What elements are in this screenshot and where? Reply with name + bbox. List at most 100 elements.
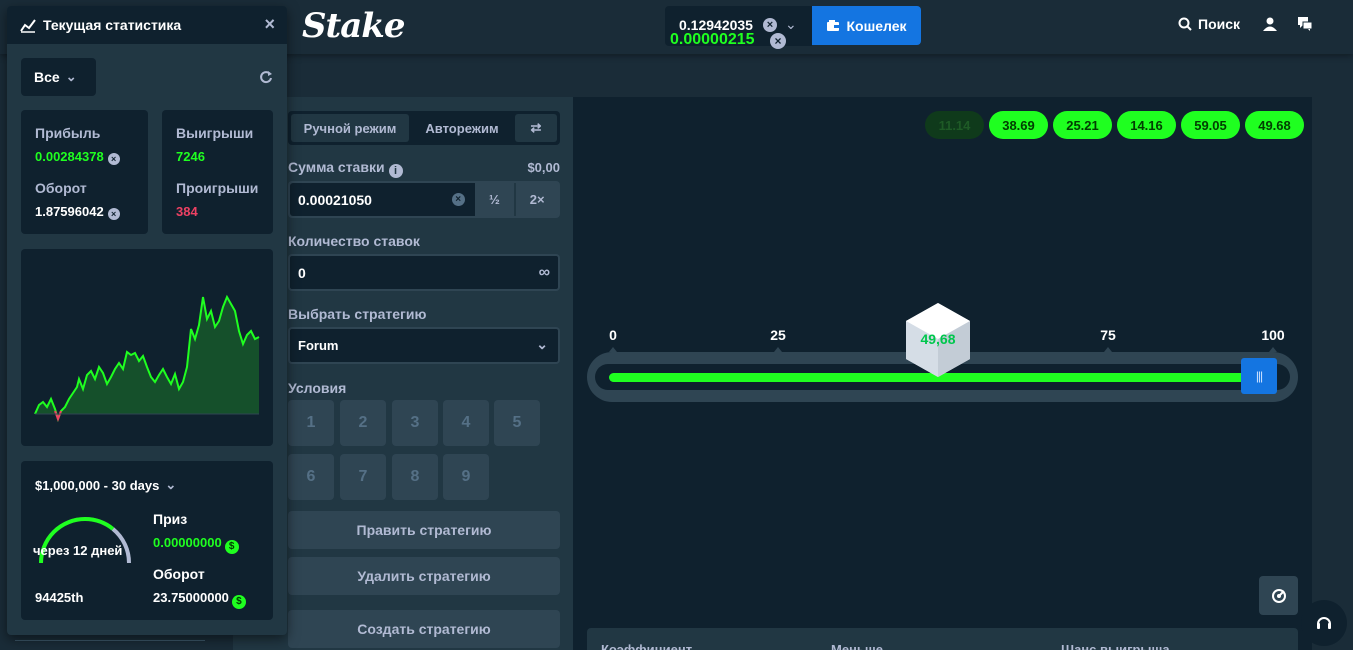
tab-manual[interactable]: Ручной режим — [291, 114, 409, 142]
user-icon[interactable] — [1262, 16, 1278, 32]
currency-icon: × — [770, 33, 786, 49]
create-strategy-button[interactable]: Создать стратегию — [288, 610, 560, 648]
balance-change: 0.00000215 — [670, 31, 755, 48]
prize-label: Приз — [153, 511, 188, 527]
chevron-down-icon: ⌄ — [65, 69, 77, 84]
stake-logo[interactable]: Stake — [302, 6, 405, 46]
bet-amount-label: Сумма ставки i — [288, 159, 403, 178]
race-wagered-label: Оборот — [153, 566, 205, 582]
bet-count-value: 0 — [298, 264, 306, 281]
wallet-button[interactable]: Кошелек — [812, 6, 921, 45]
chevron-down-icon: ⌄ — [165, 477, 177, 492]
condition-4[interactable]: 4 — [443, 400, 489, 446]
race-wagered-value: 23.75000000 $ — [153, 590, 246, 609]
wins-value: 7246 — [176, 149, 205, 164]
tick-label: 25 — [770, 327, 786, 343]
tab-auto[interactable]: Авторежим — [412, 114, 512, 142]
condition-3[interactable]: 3 — [392, 400, 438, 446]
currency-icon: × — [451, 193, 465, 206]
game-stage: 11.14 38.69 25.21 14.16 59.05 49.68 0 25… — [573, 97, 1312, 650]
history-item[interactable]: 59.05 — [1181, 111, 1240, 139]
bet-info-bar: Коэффициент Меньше Шанс выигрыша — [587, 628, 1298, 650]
tick-label: 100 — [1261, 327, 1285, 343]
edit-strategy-button[interactable]: Править стратегию — [288, 511, 560, 549]
info-icon[interactable]: i — [388, 164, 403, 178]
bet-count-input[interactable]: 0 ∞ — [288, 254, 560, 291]
condition-2[interactable]: 2 — [340, 400, 386, 446]
currency-icon: × — [763, 18, 777, 32]
history-item[interactable]: 14.16 — [1117, 111, 1176, 139]
support-button[interactable] — [1301, 600, 1347, 646]
wins-card: Выигрыши 7246 Проигрыши 384 — [162, 110, 273, 234]
headset-icon — [1317, 617, 1331, 629]
tick-label: 75 — [1100, 327, 1116, 343]
losses-value: 384 — [176, 204, 198, 219]
mode-tabs: Ручной режим Авторежим ⇄ — [288, 111, 560, 145]
tick-label: 0 — [609, 327, 617, 343]
strategy-label: Выбрать стратегию — [288, 306, 427, 322]
chevron-down-icon: ⌄ — [785, 16, 797, 32]
history-item[interactable]: 49.68 — [1245, 111, 1304, 139]
delete-strategy-button[interactable]: Удалить стратегию — [288, 557, 560, 595]
race-time-left: через 12 дней — [33, 543, 123, 558]
bet-count-label: Количество ставок — [288, 233, 420, 249]
wagered-label: Оборот — [35, 180, 87, 196]
condition-8[interactable]: 8 — [392, 454, 438, 500]
condition-6[interactable]: 6 — [288, 454, 334, 500]
stats-filter-select[interactable]: Все ⌄ — [21, 58, 96, 96]
conditions-label: Условия — [288, 380, 347, 396]
profit-chart — [21, 249, 273, 446]
close-icon[interactable]: × — [264, 14, 275, 35]
strategy-value: Forum — [298, 338, 339, 353]
bet-amount-input[interactable]: 0.00021050 × — [290, 183, 475, 216]
wallet-icon — [827, 19, 840, 31]
result-history: 11.14 38.69 25.21 14.16 59.05 49.68 — [925, 111, 1304, 139]
chevron-down-icon: ⌄ — [536, 336, 548, 352]
divider — [15, 640, 205, 641]
fairness-button[interactable] — [1259, 576, 1298, 615]
wins-label: Выигрыши — [176, 125, 254, 141]
profit-chart-svg — [34, 294, 260, 423]
slider-handle[interactable]: ||| — [1241, 358, 1277, 394]
dice-result-value: 49,68 — [920, 331, 956, 347]
chat-icon[interactable] — [1297, 16, 1313, 32]
double-bet-button[interactable]: 2× — [516, 183, 558, 216]
history-item[interactable]: 25.21 — [1053, 111, 1112, 139]
condition-1[interactable]: 1 — [288, 400, 334, 446]
history-item[interactable]: 38.69 — [989, 111, 1048, 139]
dollar-coin-icon: $ — [231, 595, 246, 609]
race-card: $1,000,000 - 30 days ⌄ через 12 дней При… — [21, 461, 273, 620]
chart-icon — [20, 19, 36, 33]
search-label: Поиск — [1198, 16, 1241, 32]
wallet-label: Кошелек — [846, 17, 907, 34]
race-selector[interactable]: $1,000,000 - 30 days ⌄ — [35, 477, 176, 493]
condition-7[interactable]: 7 — [340, 454, 386, 500]
currency-icon: × — [107, 153, 120, 165]
losses-label: Проигрыши — [176, 180, 259, 196]
profit-label: Прибыль — [35, 125, 101, 141]
refresh-icon[interactable] — [259, 70, 273, 84]
race-title: $1,000,000 - 30 days — [35, 477, 160, 493]
strategy-select[interactable]: Forum ⌄ — [288, 327, 560, 364]
swap-icon[interactable]: ⇄ — [515, 114, 557, 142]
history-item[interactable]: 11.14 — [925, 111, 984, 139]
bet-amount-group: 0.00021050 × ½ 2× — [288, 181, 560, 218]
multiplier-label: Коэффициент — [601, 642, 693, 650]
condition-5[interactable]: 5 — [494, 400, 540, 446]
race-progress-gauge — [39, 516, 132, 564]
fairness-icon — [1271, 588, 1286, 603]
condition-9[interactable]: 9 — [443, 454, 489, 500]
stats-title: Текущая статистика — [43, 17, 182, 33]
infinity-icon[interactable]: ∞ — [539, 264, 550, 282]
live-stats-panel: Текущая статистика × Все ⌄ Прибыль 0.002… — [7, 6, 287, 641]
dollar-coin-icon: $ — [224, 540, 239, 554]
half-bet-button[interactable]: ½ — [475, 183, 517, 216]
stats-header[interactable]: Текущая статистика × — [7, 6, 287, 44]
search-icon — [1178, 17, 1192, 31]
currency-icon: × — [107, 208, 120, 220]
search-button[interactable]: Поиск — [1178, 16, 1240, 32]
dice-game: Ручной режим Авторежим ⇄ Сумма ставки i $… — [233, 97, 1312, 650]
wagered-value: 1.87596042 × — [35, 204, 120, 220]
profit-value: 0.00284378 × — [35, 149, 120, 165]
profit-card: Прибыль 0.00284378 × Оборот 1.87596042 × — [21, 110, 148, 234]
